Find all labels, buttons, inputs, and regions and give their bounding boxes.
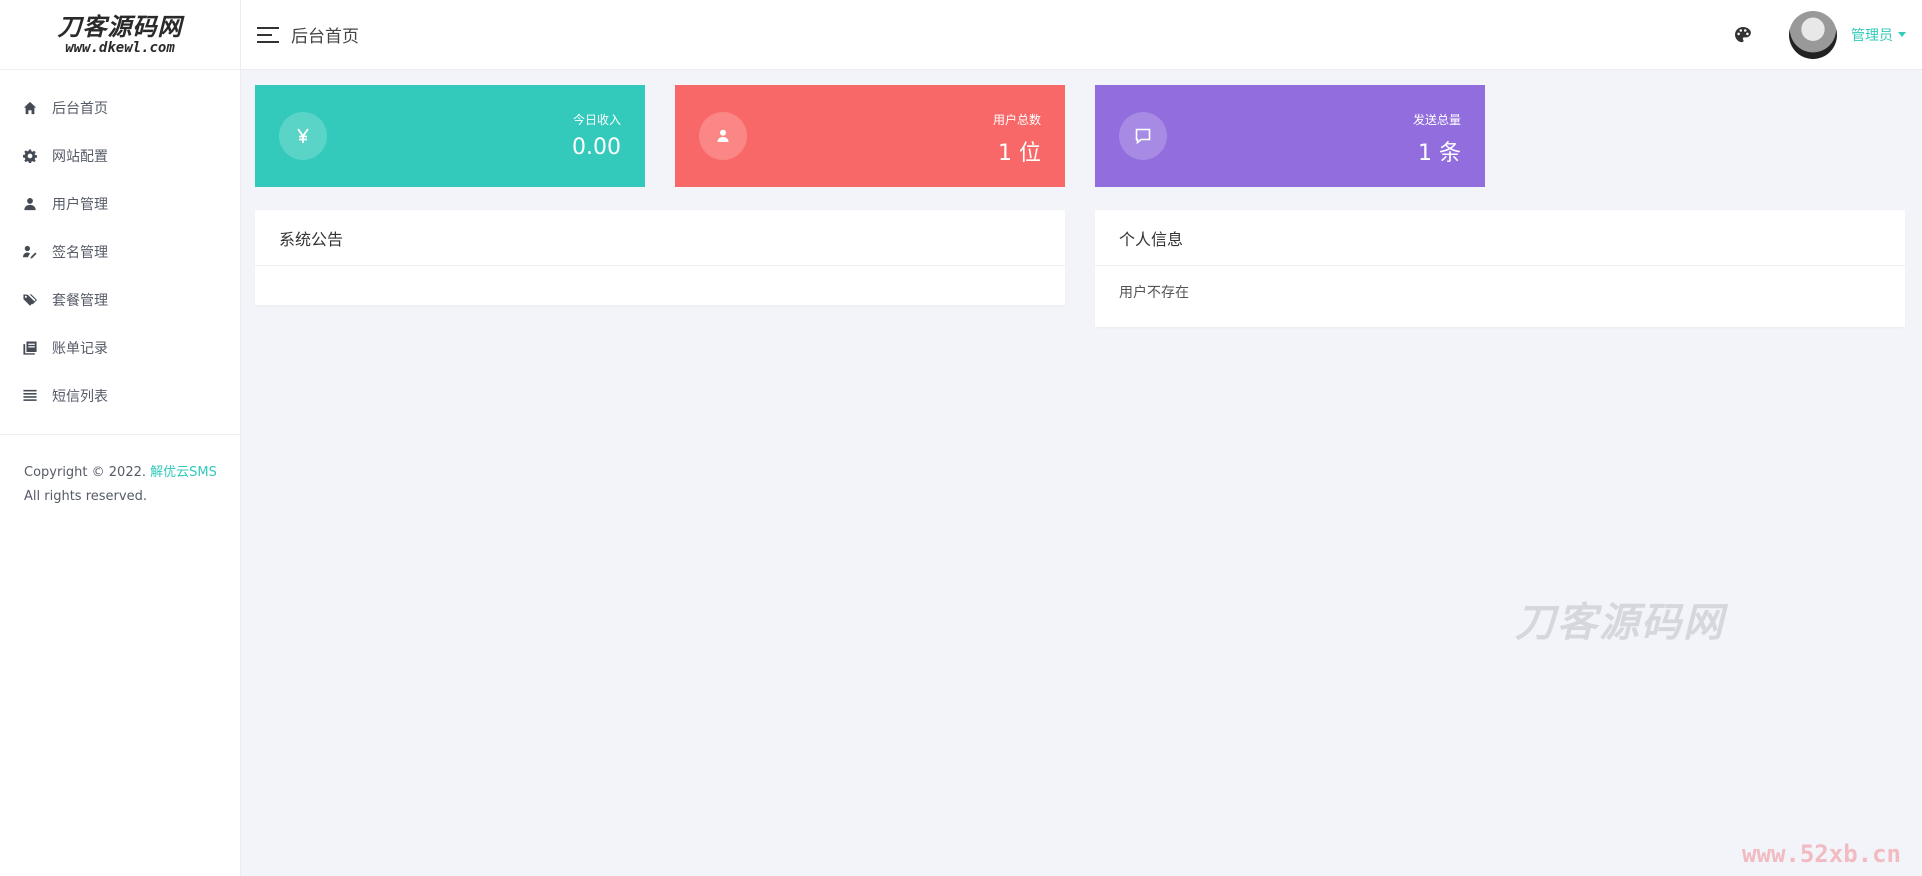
user-icon xyxy=(23,197,37,211)
menu-toggle-icon[interactable] xyxy=(257,26,279,43)
stat-value: 1 条 xyxy=(1418,141,1461,166)
message-icon xyxy=(1119,112,1167,160)
sidebar-item-site-config[interactable]: 网站配置 xyxy=(0,132,240,180)
sidebar-item-users[interactable]: 用户管理 xyxy=(0,180,240,228)
copyright: Copyright © 2022. 解优云SMS All rights rese… xyxy=(0,435,240,509)
user-menu-dropdown[interactable]: 管理员 xyxy=(1851,25,1906,45)
sidebar-item-bills[interactable]: 账单记录 xyxy=(0,324,240,372)
user-icon xyxy=(699,112,747,160)
copyright-suffix: All rights reserved. xyxy=(24,489,147,504)
sidebar-item-label: 用户管理 xyxy=(52,197,108,213)
stat-card-sent: 发送总量 1 条 xyxy=(1095,85,1485,187)
logo-title: 刀客源码网 xyxy=(57,11,183,41)
book-icon xyxy=(23,341,37,355)
panel-body: 用户不存在 xyxy=(1119,285,1189,301)
gear-icon xyxy=(23,149,37,163)
sidebar-item-label: 后台首页 xyxy=(52,101,108,117)
panel-title: 系统公告 xyxy=(255,210,1065,266)
stat-label: 发送总量 xyxy=(1412,113,1461,127)
stat-value: 1 位 xyxy=(998,141,1041,166)
sidebar-item-sms-list[interactable]: 短信列表 xyxy=(0,372,240,420)
stat-card-income: 今日收入 0.00 xyxy=(255,85,645,187)
palette-icon[interactable] xyxy=(1733,25,1753,45)
caret-down-icon xyxy=(1898,32,1906,37)
copyright-prefix: Copyright © 2022. xyxy=(24,465,147,480)
home-icon xyxy=(23,101,37,115)
sidebar-item-label: 账单记录 xyxy=(52,341,108,357)
avatar[interactable] xyxy=(1789,10,1837,59)
sidebar: 刀客源码网 www.dkewl.com 后台首页 网站配置 用户管理 签名管理 xyxy=(0,0,241,876)
stat-label: 今日收入 xyxy=(572,113,621,127)
watermark: 刀客源码网 xyxy=(1515,599,1725,646)
sidebar-item-label: 签名管理 xyxy=(52,245,108,261)
sidebar-item-label: 网站配置 xyxy=(52,149,108,165)
copyright-brand-link[interactable]: 解优云SMS xyxy=(150,465,217,480)
panel-body xyxy=(255,266,1065,302)
signature-icon xyxy=(23,245,37,259)
topbar-right: 管理员 xyxy=(1733,10,1906,59)
stat-value: 0.00 xyxy=(572,135,621,160)
sidebar-item-packages[interactable]: 套餐管理 xyxy=(0,276,240,324)
stat-label: 用户总数 xyxy=(992,113,1041,127)
notice-panel: 系统公告 xyxy=(255,210,1065,305)
page-title: 后台首页 xyxy=(291,27,359,47)
profile-panel: 个人信息 用户不存在 xyxy=(1095,210,1905,327)
topbar: 后台首页 管理员 xyxy=(241,0,1922,70)
tags-icon xyxy=(23,293,37,307)
panel-title: 个人信息 xyxy=(1095,210,1905,266)
sidebar-item-label: 套餐管理 xyxy=(52,293,108,309)
stat-card-users: 用户总数 1 位 xyxy=(675,85,1065,187)
logo-subtitle: www.dkewl.com xyxy=(65,39,175,56)
sidebar-item-signatures[interactable]: 签名管理 xyxy=(0,228,240,276)
logo[interactable]: 刀客源码网 www.dkewl.com xyxy=(0,0,240,70)
sidebar-item-label: 短信列表 xyxy=(52,389,108,405)
user-name: 管理员 xyxy=(1851,27,1893,44)
list-icon xyxy=(23,389,37,403)
yen-icon xyxy=(279,112,327,160)
sidebar-item-home[interactable]: 后台首页 xyxy=(0,84,240,132)
corner-watermark: www.52xb.cn xyxy=(1742,840,1901,868)
sidebar-nav: 后台首页 网站配置 用户管理 签名管理 套餐管理 账单记录 短信列表 xyxy=(0,70,240,420)
